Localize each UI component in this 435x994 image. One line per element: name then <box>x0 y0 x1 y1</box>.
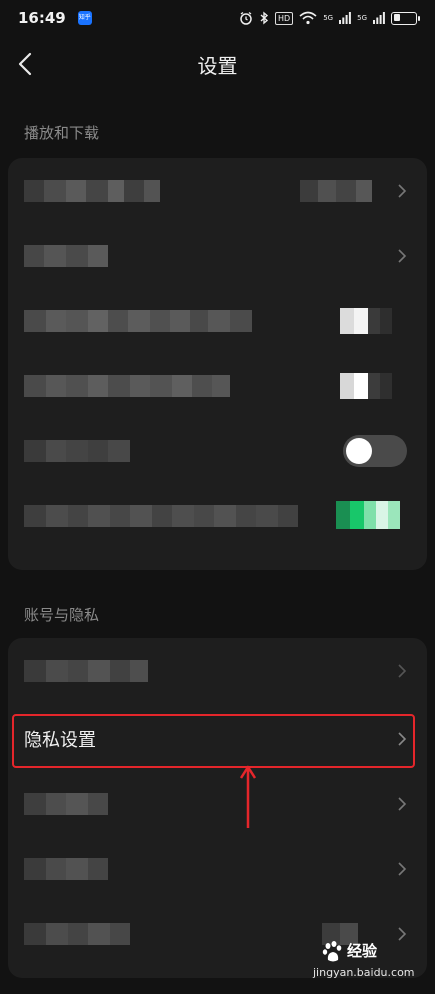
redacted-toggle-on <box>336 501 400 529</box>
toggle-knob <box>346 437 372 464</box>
chevron-right-icon <box>398 861 407 876</box>
redacted-label <box>24 375 230 397</box>
settings-row-1[interactable] <box>8 158 427 223</box>
settings-row-account[interactable] <box>8 638 427 703</box>
status-bar: 16:49 知乎 HD 5G 5G <box>0 0 435 36</box>
redacted-value <box>300 180 372 202</box>
privacy-settings-row[interactable]: 隐私设置 <box>8 706 427 771</box>
settings-row-3[interactable] <box>8 288 427 353</box>
settings-row-8[interactable] <box>8 836 427 901</box>
signal-icon-2 <box>373 12 385 24</box>
settings-row-6[interactable] <box>8 483 427 548</box>
status-icons: HD 5G 5G <box>239 11 420 25</box>
chevron-right-icon <box>398 248 407 263</box>
redacted-label <box>24 660 148 682</box>
chevron-right-icon <box>398 796 407 811</box>
redacted-label <box>24 505 298 527</box>
hd-badge: HD <box>275 11 294 25</box>
settings-row-5[interactable] <box>8 418 427 483</box>
watermark-url: jingyan.baidu.com <box>313 966 415 979</box>
section-label-playback: 播放和下载 <box>24 124 100 142</box>
privacy-settings-label: 隐私设置 <box>24 729 96 751</box>
chevron-right-icon <box>398 731 407 746</box>
baidu-jingyan-watermark: 经验 jingyan.baidu.com <box>313 938 415 984</box>
status-time: 16:49 <box>18 9 66 27</box>
redacted-label <box>24 923 130 945</box>
page-title: 设置 <box>197 54 238 78</box>
redacted-label <box>24 310 252 332</box>
paw-icon <box>322 941 342 962</box>
watermark-brand: 经验 <box>347 942 378 960</box>
network-type-2: 5G <box>357 14 367 22</box>
redacted-label <box>24 180 160 202</box>
toggle-switch[interactable] <box>343 434 407 467</box>
redacted-toggle <box>340 308 392 334</box>
redacted-label <box>24 793 108 815</box>
wifi-icon <box>299 11 317 25</box>
annotation-arrow-icon <box>239 765 257 828</box>
section-label-account: 账号与隐私 <box>24 606 100 624</box>
chevron-right-icon <box>398 663 407 678</box>
settings-row-7[interactable] <box>8 771 427 836</box>
app-badge-icon: 知乎 <box>77 11 92 25</box>
battery-icon <box>391 11 420 25</box>
redacted-toggle <box>340 373 392 399</box>
network-type-1: 5G <box>323 14 334 22</box>
redacted-label <box>24 245 108 267</box>
redacted-label <box>24 858 108 880</box>
bluetooth-icon <box>260 11 269 25</box>
settings-row-4[interactable] <box>8 353 427 418</box>
signal-icon <box>339 12 352 24</box>
account-privacy-card: 隐私设置 <box>8 638 427 978</box>
playback-settings-card <box>8 158 427 570</box>
settings-row-2[interactable] <box>8 223 427 288</box>
alarm-icon <box>240 11 252 25</box>
redacted-label <box>24 440 130 462</box>
chevron-right-icon <box>398 183 407 198</box>
header: 设置 <box>0 36 435 94</box>
